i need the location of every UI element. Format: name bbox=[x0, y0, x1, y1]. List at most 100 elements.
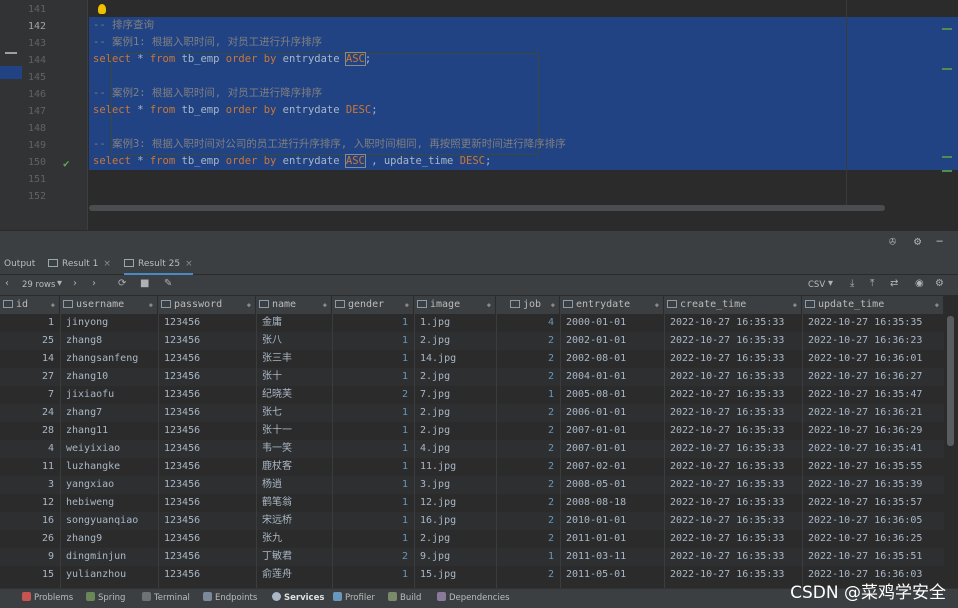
column-header-id[interactable]: id ◆ bbox=[0, 296, 60, 314]
table-cell-gender[interactable]: 1 bbox=[338, 458, 408, 476]
column-header-image[interactable]: image ◆ bbox=[414, 296, 496, 314]
table-cell-update-time[interactable]: 2022-10-27 16:36:05 bbox=[808, 512, 938, 530]
table-cell-entrydate[interactable]: 2007-01-01 bbox=[566, 440, 658, 458]
table-cell-update-time[interactable]: 2022-10-27 16:35:57 bbox=[808, 494, 938, 512]
column-header-create-time[interactable]: create_time ◆ bbox=[664, 296, 802, 314]
table-cell-username[interactable]: jinyong bbox=[66, 314, 152, 332]
table-cell-update-time[interactable]: 2022-10-27 16:35:41 bbox=[808, 440, 938, 458]
sort-icon[interactable]: ◆ bbox=[323, 296, 327, 314]
terminal-button[interactable]: Terminal bbox=[142, 592, 190, 603]
table-cell-username[interactable]: yangxiao bbox=[66, 476, 152, 494]
table-cell-id[interactable]: 7 bbox=[6, 386, 54, 404]
table-cell-entrydate[interactable]: 2008-05-01 bbox=[566, 476, 658, 494]
table-cell-update-time[interactable]: 2022-10-27 16:36:25 bbox=[808, 530, 938, 548]
table-cell-id[interactable]: 4 bbox=[6, 440, 54, 458]
table-cell-password[interactable]: 123456 bbox=[164, 350, 250, 368]
table-cell-job[interactable]: 2 bbox=[502, 368, 554, 386]
table-cell-image[interactable]: 2.jpg bbox=[420, 404, 490, 422]
table-cell-image[interactable]: 2.jpg bbox=[420, 422, 490, 440]
table-cell-entrydate[interactable]: 2000-01-01 bbox=[566, 314, 658, 332]
table-cell-image[interactable]: 15.jpg bbox=[420, 566, 490, 584]
table-cell-gender[interactable]: 1 bbox=[338, 512, 408, 530]
first-page-icon[interactable]: ‹ bbox=[5, 278, 9, 289]
download-icon[interactable]: ⤓ bbox=[850, 278, 854, 289]
table-cell-username[interactable]: hebiweng bbox=[66, 494, 152, 512]
table-cell-username[interactable]: zhangsanfeng bbox=[66, 350, 152, 368]
table-cell-entrydate[interactable]: 2002-01-01 bbox=[566, 332, 658, 350]
table-cell-image[interactable]: 2.jpg bbox=[420, 332, 490, 350]
table-cell-job[interactable]: 2 bbox=[502, 332, 554, 350]
table-cell-create-time[interactable]: 2022-10-27 16:35:33 bbox=[670, 548, 796, 566]
table-cell-create-time[interactable]: 2022-10-27 16:35:33 bbox=[670, 314, 796, 332]
table-cell-image[interactable]: 16.jpg bbox=[420, 512, 490, 530]
table-cell-job[interactable]: 2 bbox=[502, 566, 554, 584]
table-cell-name[interactable]: 鹿杖客 bbox=[262, 458, 326, 476]
table-cell-username[interactable]: luzhangke bbox=[66, 458, 152, 476]
table-cell-image[interactable]: 7.jpg bbox=[420, 386, 490, 404]
spring-button[interactable]: Spring bbox=[86, 592, 125, 603]
table-cell-image[interactable]: 1.jpg bbox=[420, 314, 490, 332]
table-cell-username[interactable]: jixiaofu bbox=[66, 386, 152, 404]
column-header-update-time[interactable]: update_time ◆ bbox=[802, 296, 944, 314]
table-cell-image[interactable]: 12.jpg bbox=[420, 494, 490, 512]
table-cell-entrydate[interactable]: 2005-08-01 bbox=[566, 386, 658, 404]
table-cell-entrydate[interactable]: 2011-03-11 bbox=[566, 548, 658, 566]
refresh-icon[interactable]: ⟳ bbox=[118, 278, 126, 289]
table-cell-id[interactable]: 27 bbox=[6, 368, 54, 386]
table-cell-id[interactable]: 11 bbox=[6, 458, 54, 476]
table-cell-password[interactable]: 123456 bbox=[164, 458, 250, 476]
table-cell-create-time[interactable]: 2022-10-27 16:35:33 bbox=[670, 386, 796, 404]
table-cell-create-time[interactable]: 2022-10-27 16:35:33 bbox=[670, 440, 796, 458]
table-cell-entrydate[interactable]: 2008-08-18 bbox=[566, 494, 658, 512]
editor-horizontal-scrollbar[interactable] bbox=[89, 205, 885, 211]
table-cell-id[interactable]: 26 bbox=[6, 530, 54, 548]
table-cell-password[interactable]: 123456 bbox=[164, 332, 250, 350]
table-cell-name[interactable]: 张十一 bbox=[262, 422, 326, 440]
table-cell-username[interactable]: zhang10 bbox=[66, 368, 152, 386]
table-cell-password[interactable]: 123456 bbox=[164, 386, 250, 404]
table-cell-password[interactable]: 123456 bbox=[164, 476, 250, 494]
table-cell-job[interactable]: 2 bbox=[502, 440, 554, 458]
table-cell-entrydate[interactable]: 2002-08-01 bbox=[566, 350, 658, 368]
table-cell-update-time[interactable]: 2022-10-27 16:36:23 bbox=[808, 332, 938, 350]
column-header-username[interactable]: username ◆ bbox=[60, 296, 158, 314]
table-cell-name[interactable]: 张八 bbox=[262, 332, 326, 350]
dependencies-button[interactable]: Dependencies bbox=[437, 592, 510, 603]
table-cell-create-time[interactable]: 2022-10-27 16:35:33 bbox=[670, 368, 796, 386]
table-cell-create-time[interactable]: 2022-10-27 16:35:33 bbox=[670, 332, 796, 350]
table-cell-username[interactable]: dingminjun bbox=[66, 548, 152, 566]
table-cell-password[interactable]: 123456 bbox=[164, 512, 250, 530]
column-header-job[interactable]: job ◆ bbox=[496, 296, 560, 314]
table-cell-name[interactable]: 俞莲舟 bbox=[262, 566, 326, 584]
table-cell-job[interactable]: 1 bbox=[502, 548, 554, 566]
build-button[interactable]: Build bbox=[388, 592, 421, 603]
sort-icon[interactable]: ◆ bbox=[551, 296, 555, 314]
table-cell-job[interactable]: 2 bbox=[502, 458, 554, 476]
table-cell-gender[interactable]: 1 bbox=[338, 494, 408, 512]
table-cell-create-time[interactable]: 2022-10-27 16:35:33 bbox=[670, 566, 796, 584]
table-cell-gender[interactable]: 1 bbox=[338, 332, 408, 350]
table-cell-username[interactable]: zhang9 bbox=[66, 530, 152, 548]
tab-output[interactable]: Output bbox=[4, 253, 35, 275]
table-cell-gender[interactable]: 1 bbox=[338, 422, 408, 440]
table-cell-password[interactable]: 123456 bbox=[164, 314, 250, 332]
table-cell-id[interactable]: 24 bbox=[6, 404, 54, 422]
profiler-button[interactable]: Profiler bbox=[333, 592, 375, 603]
table-cell-id[interactable]: 15 bbox=[6, 566, 54, 584]
table-cell-password[interactable]: 123456 bbox=[164, 422, 250, 440]
table-cell-id[interactable]: 16 bbox=[6, 512, 54, 530]
table-cell-job[interactable]: 2 bbox=[502, 404, 554, 422]
table-cell-id[interactable]: 3 bbox=[6, 476, 54, 494]
table-cell-job[interactable]: 2 bbox=[502, 530, 554, 548]
table-cell-job[interactable]: 2 bbox=[502, 422, 554, 440]
results-grid[interactable]: id ◆ username ◆ password ◆ name ◆ gender ◆ im… bbox=[0, 296, 944, 588]
table-cell-image[interactable]: 2.jpg bbox=[420, 368, 490, 386]
table-cell-update-time[interactable]: 2022-10-27 16:35:51 bbox=[808, 548, 938, 566]
table-cell-image[interactable]: 4.jpg bbox=[420, 440, 490, 458]
table-cell-password[interactable]: 123456 bbox=[164, 368, 250, 386]
table-cell-create-time[interactable]: 2022-10-27 16:35:33 bbox=[670, 458, 796, 476]
table-cell-name[interactable]: 鹤笔翁 bbox=[262, 494, 326, 512]
code-area[interactable]: -- 排序查询 -- 案例1: 根据入职时间, 对员工进行升序排序 select… bbox=[89, 0, 958, 205]
code-editor[interactable]: 141 142 143 144 145 146 147 148 149 150 … bbox=[0, 0, 958, 230]
table-cell-password[interactable]: 123456 bbox=[164, 548, 250, 566]
